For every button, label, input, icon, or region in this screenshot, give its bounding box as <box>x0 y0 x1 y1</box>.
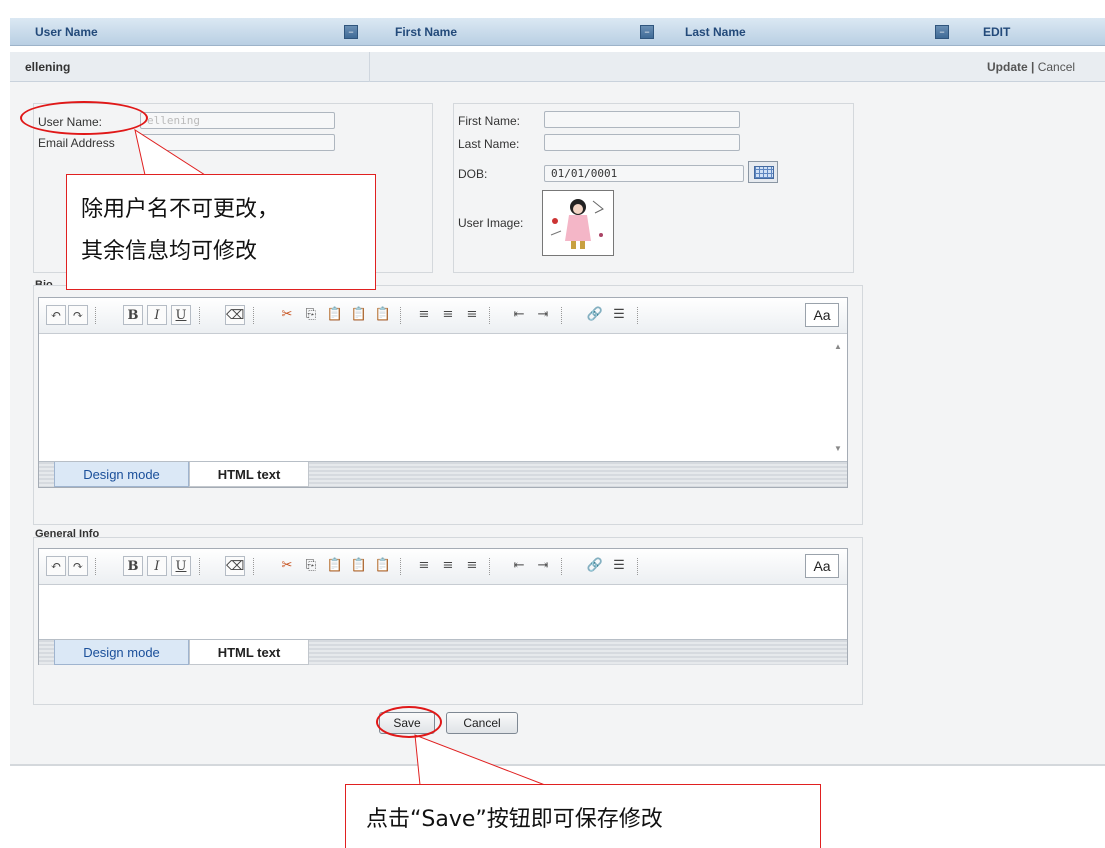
annotation-line-2: 其余信息均可修改 <box>81 239 258 264</box>
user-name-highlight <box>20 101 148 135</box>
annotation-pointers <box>134 128 546 786</box>
annotation-note: 除用户名不可更改， 其余信息均可修改 <box>66 174 376 290</box>
save-annotation: 点击“Save”按钮即可保存修改 <box>345 784 821 848</box>
annotation-line-1: 除用户名不可更改， <box>81 197 280 222</box>
save-highlight <box>376 706 442 738</box>
